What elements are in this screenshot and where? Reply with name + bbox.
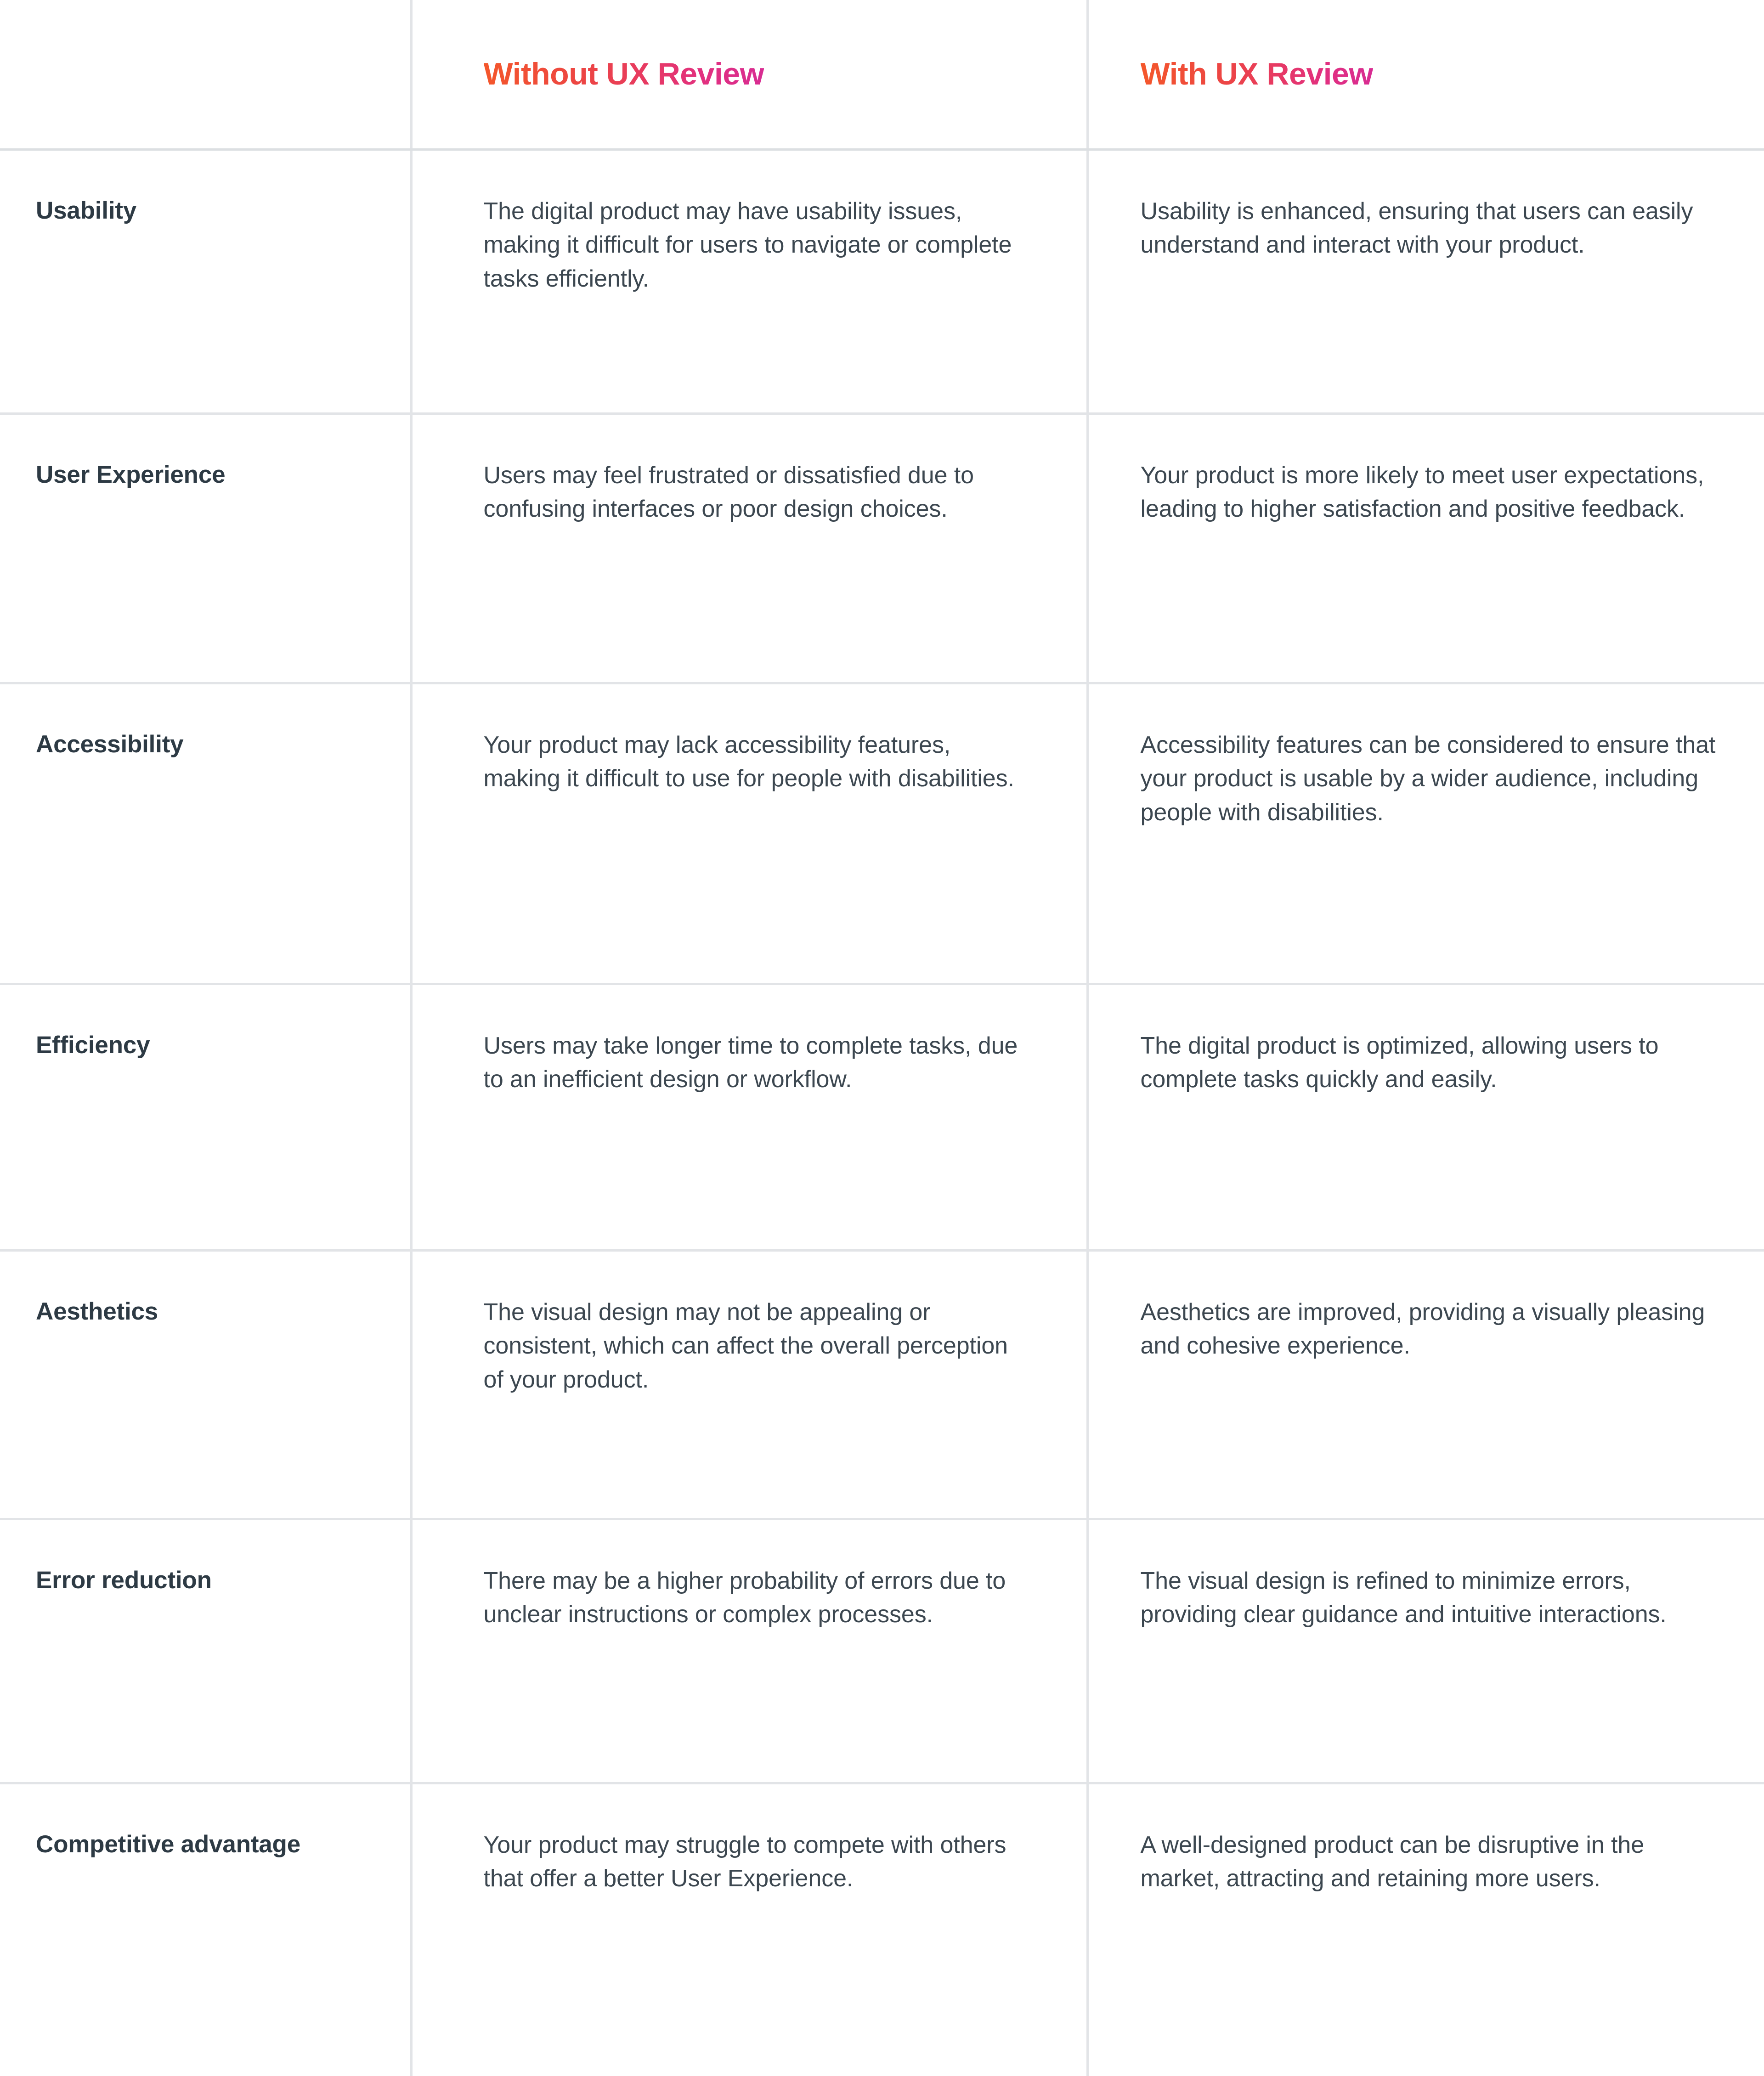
table-row: Competitive advantage Your product may s… xyxy=(0,1783,1764,2076)
feature-label: User Experience xyxy=(36,461,226,488)
with-ux-review-text: The digital product is optimized, allowi… xyxy=(1140,1032,1659,1093)
without-ux-review-cell: The digital product may have usability i… xyxy=(411,149,1089,415)
feature-label: Competitive advantage xyxy=(36,1830,301,1858)
feature-label: Efficiency xyxy=(36,1031,150,1059)
header-cell-with-ux-review: With UX Review xyxy=(1087,0,1764,151)
feature-label: Error reduction xyxy=(36,1566,212,1594)
without-ux-review-cell: Users may take longer time to complete t… xyxy=(411,984,1089,1252)
without-ux-review-text: The digital product may have usability i… xyxy=(483,197,1012,293)
without-ux-review-text: Your product may lack accessibility feat… xyxy=(483,731,1014,792)
feature-cell: Efficiency xyxy=(0,984,413,1252)
table-row: Accessibility Your product may lack acce… xyxy=(0,683,1764,985)
with-ux-review-cell: The visual design is refined to minimize… xyxy=(1087,1519,1764,1784)
feature-label: Usability xyxy=(36,197,137,224)
ux-review-comparison-table: Without UX Review With UX Review Usabili… xyxy=(0,0,1764,2076)
without-ux-review-text: There may be a higher probability of err… xyxy=(483,1567,1006,1628)
feature-cell: Accessibility xyxy=(0,683,413,985)
with-ux-review-cell: Usability is enhanced, ensuring that use… xyxy=(1087,149,1764,415)
with-ux-review-cell: Aesthetics are improved, providing a vis… xyxy=(1087,1250,1764,1520)
table-row: User Experience Users may feel frustrate… xyxy=(0,413,1764,684)
with-ux-review-cell: Accessibility features can be considered… xyxy=(1087,683,1764,985)
without-ux-review-text: Your product may struggle to compete wit… xyxy=(483,1831,1006,1892)
feature-cell: User Experience xyxy=(0,413,413,684)
with-ux-review-text: Aesthetics are improved, providing a vis… xyxy=(1140,1298,1705,1360)
header-cell-feature xyxy=(0,0,413,151)
with-ux-review-text: Usability is enhanced, ensuring that use… xyxy=(1140,197,1693,259)
feature-cell: Aesthetics xyxy=(0,1250,413,1520)
with-ux-review-cell: Your product is more likely to meet user… xyxy=(1087,413,1764,684)
feature-cell: Usability xyxy=(0,149,413,415)
feature-cell: Error reduction xyxy=(0,1519,413,1784)
without-ux-review-text: Users may take longer time to complete t… xyxy=(483,1032,1018,1093)
table-row: Usability The digital product may have u… xyxy=(0,149,1764,415)
feature-label: Aesthetics xyxy=(36,1298,158,1325)
header-with-ux-review-label: With UX Review xyxy=(1140,56,1374,91)
header-cell-without-ux-review: Without UX Review xyxy=(411,0,1089,151)
table-header: Without UX Review With UX Review xyxy=(0,0,1764,151)
table-body: Usability The digital product may have u… xyxy=(0,149,1764,2076)
with-ux-review-cell: The digital product is optimized, allowi… xyxy=(1087,984,1764,1252)
header-without-ux-review-label: Without UX Review xyxy=(483,56,764,91)
with-ux-review-cell: A well-designed product can be disruptiv… xyxy=(1087,1783,1764,2076)
without-ux-review-cell: There may be a higher probability of err… xyxy=(411,1519,1089,1784)
without-ux-review-cell: The visual design may not be appealing o… xyxy=(411,1250,1089,1520)
table-row: Aesthetics The visual design may not be … xyxy=(0,1250,1764,1520)
without-ux-review-cell: Your product may struggle to compete wit… xyxy=(411,1783,1089,2076)
header-row: Without UX Review With UX Review xyxy=(0,0,1764,151)
table-row: Error reduction There may be a higher pr… xyxy=(0,1519,1764,1784)
without-ux-review-text: The visual design may not be appealing o… xyxy=(483,1298,1008,1393)
with-ux-review-text: Your product is more likely to meet user… xyxy=(1140,462,1704,523)
feature-label: Accessibility xyxy=(36,730,184,758)
with-ux-review-text: Accessibility features can be considered… xyxy=(1140,731,1716,826)
with-ux-review-text: The visual design is refined to minimize… xyxy=(1140,1567,1667,1628)
without-ux-review-cell: Your product may lack accessibility feat… xyxy=(411,683,1089,985)
feature-cell: Competitive advantage xyxy=(0,1783,413,2076)
with-ux-review-text: A well-designed product can be disruptiv… xyxy=(1140,1831,1645,1892)
without-ux-review-cell: Users may feel frustrated or dissatisfie… xyxy=(411,413,1089,684)
without-ux-review-text: Users may feel frustrated or dissatisfie… xyxy=(483,462,974,523)
table-row: Efficiency Users may take longer time to… xyxy=(0,984,1764,1252)
